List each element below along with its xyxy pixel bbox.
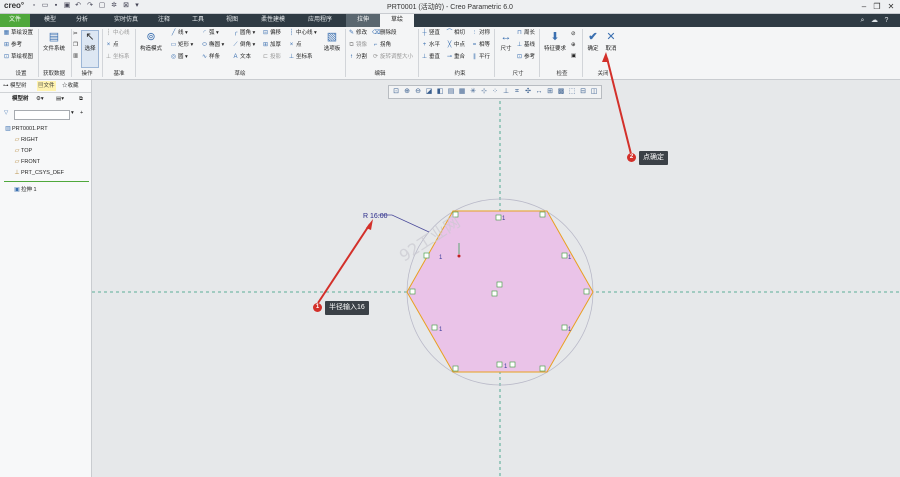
tangent-marker [539, 211, 546, 218]
annotation-arrow-1 [317, 223, 371, 304]
tangent-marker [539, 365, 546, 372]
tangent-marker [583, 288, 590, 295]
step-badge-1: 1 [313, 303, 322, 312]
callout-radius: 半径输入16 [325, 301, 369, 315]
center-marker [491, 290, 498, 297]
tangent-marker [409, 288, 416, 295]
equal-marker [561, 324, 568, 331]
graphics-canvas[interactable]: 1 1 1 1 1 1 R 16.00 92工业网 [0, 0, 900, 477]
callout-ok: 点确定 [639, 151, 668, 165]
annotation-arrowhead-2 [602, 52, 609, 62]
annotation-arrowhead-1 [366, 219, 373, 230]
radius-dimension: R 16.00 [363, 213, 388, 220]
equal-marker [495, 214, 502, 221]
tangent-marker [452, 365, 459, 372]
equal-marker [496, 361, 503, 368]
equal-marker [509, 361, 516, 368]
equal-marker [431, 324, 438, 331]
equal-marker [561, 252, 568, 259]
equal-marker [423, 252, 430, 259]
annotation-arrow-2 [606, 57, 632, 155]
dimension-point [457, 254, 461, 258]
step-badge-2: 2 [627, 153, 636, 162]
center-marker [496, 281, 503, 288]
